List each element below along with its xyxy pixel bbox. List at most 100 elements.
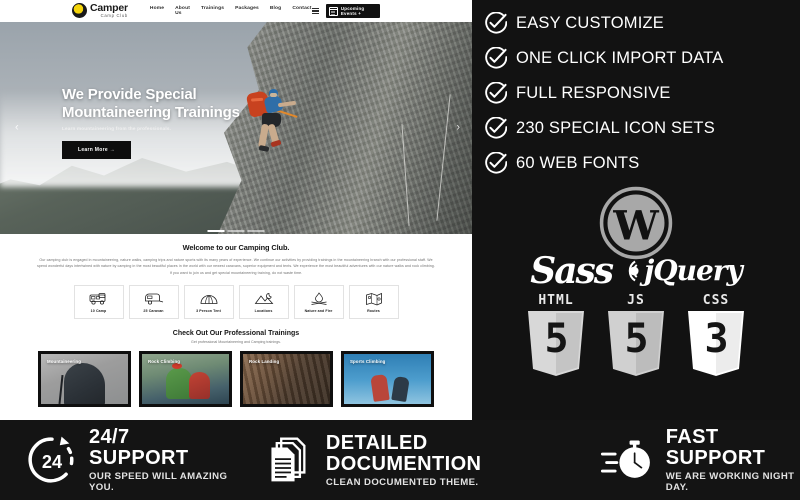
feature-label-tent: 3 Person Tent bbox=[196, 308, 221, 313]
training-card-label: Sports Climbing bbox=[350, 359, 386, 365]
rv-camper-icon bbox=[89, 293, 105, 305]
shield-shape: 3 bbox=[685, 309, 747, 377]
bottom-subtitle: CLEAN DOCUMENTED THEME. bbox=[325, 476, 479, 488]
bottom-item-fast-support: FAST SUPPORT WE ARE WORKING NIGHT DAY. bbox=[599, 427, 800, 493]
feature-label: 230 SPECIAL ICON SETS bbox=[516, 119, 715, 137]
trainings-subheading: Get professional Mountaineering and Camp… bbox=[191, 340, 281, 345]
check-circle-icon bbox=[485, 117, 507, 139]
training-card-sports-climbing[interactable]: Sports Climbing bbox=[341, 351, 434, 408]
shield-shape: 5 bbox=[605, 309, 667, 377]
bottom-item-support-247: 24 24/7 SUPPORT OUR SPEED WILL AMAZING Y… bbox=[26, 427, 231, 493]
nav-item-packages[interactable]: Packages bbox=[235, 6, 259, 16]
slider-dot-1[interactable] bbox=[207, 230, 225, 232]
feature-label-caravan: 25 Caravan bbox=[143, 308, 164, 313]
hero-slider: ‹ › We Provide Special Mountaineering Tr… bbox=[0, 22, 472, 234]
bottom-title: 24/7 SUPPORT bbox=[89, 426, 189, 469]
nav-item-blog[interactable]: Blog bbox=[270, 6, 281, 16]
mountain-moon-icon bbox=[254, 293, 273, 304]
training-card-mountaineering[interactable]: Mountaineering bbox=[38, 351, 131, 408]
css3-badge-name: CSS bbox=[702, 293, 730, 308]
html5-badge-name: HTML bbox=[538, 293, 574, 308]
bottom-title: DETAILED DOCUMENTION bbox=[325, 431, 482, 475]
feature-label: 60 WEB FONTS bbox=[516, 154, 640, 172]
welcome-heading: Welcome to our Camping Club. bbox=[182, 243, 290, 252]
css3-badge: CSS 3 bbox=[685, 293, 747, 377]
feature-label: ONE CLICK IMPORT DATA bbox=[516, 49, 724, 67]
feature-card-caravan[interactable]: 25 Caravan bbox=[128, 285, 179, 320]
jquery-swoosh-icon bbox=[628, 260, 639, 282]
training-card-rock-climbing[interactable]: Rock Climbing bbox=[139, 351, 232, 408]
feature-checklist: EASY CUSTOMIZE ONE CLICK IMPORT DATA FUL… bbox=[472, 0, 800, 181]
site-logo[interactable]: Camper Camp Club bbox=[72, 2, 128, 19]
hero-subtitle: Learn mountaineering from the profession… bbox=[62, 126, 172, 132]
bottom-subtitle: WE ARE WORKING NIGHT DAY. bbox=[665, 471, 795, 493]
nav-item-home[interactable]: Home bbox=[150, 6, 164, 16]
slider-dot-2[interactable] bbox=[227, 230, 245, 232]
feature-card-tent[interactable]: 3 Person Tent bbox=[183, 285, 234, 320]
upcoming-events-button[interactable]: Upcoming Events + bbox=[325, 4, 380, 18]
feature-label-nature-fire: Nature and Fire bbox=[304, 308, 333, 313]
js-badge-name: JS bbox=[627, 293, 645, 308]
welcome-body-text: Our camping club is engaged in mountaine… bbox=[37, 258, 435, 275]
logo-subtitle: Camp Club bbox=[100, 13, 128, 19]
map-routes-icon bbox=[365, 292, 382, 306]
feature-item-one-click-import: ONE CLICK IMPORT DATA bbox=[484, 41, 800, 76]
css3-badge-number: 3 bbox=[704, 316, 728, 362]
training-card-rock-landing[interactable]: Rock Landing bbox=[240, 351, 333, 408]
trainings-heading: Check Out Our Professional Trainings bbox=[172, 330, 300, 338]
hero-next-arrow[interactable]: › bbox=[456, 122, 460, 134]
tent-icon bbox=[200, 295, 217, 304]
technology-logos: W Sass jQuery HTML 5 JS 5 CSS 3 bbox=[472, 185, 800, 377]
jquery-logo-text: jQuery bbox=[644, 254, 743, 287]
24-clock-arrow-icon: 24 bbox=[28, 436, 74, 483]
documents-stack-icon bbox=[271, 437, 306, 482]
feature-card-locations[interactable]: Locations bbox=[238, 285, 289, 320]
js-badge-number: 5 bbox=[624, 316, 648, 362]
svg-text:W: W bbox=[612, 202, 659, 250]
check-circle-icon bbox=[485, 12, 507, 34]
feature-item-easy-customize: EASY CUSTOMIZE bbox=[484, 6, 800, 41]
feature-item-full-responsive: FULL RESPONSIVE bbox=[484, 76, 800, 111]
slider-dot-3[interactable] bbox=[247, 230, 265, 232]
website-preview: Camper Camp Club Home About Us Trainings… bbox=[0, 0, 472, 420]
hamburger-menu-icon[interactable] bbox=[311, 7, 319, 15]
check-circle-icon bbox=[485, 47, 507, 69]
site-header: Camper Camp Club Home About Us Trainings… bbox=[0, 0, 472, 22]
features-panel: EASY CUSTOMIZE ONE CLICK IMPORT DATA FUL… bbox=[472, 0, 800, 420]
check-circle-icon bbox=[485, 152, 507, 174]
trainings-section: Check Out Our Professional Trainings Get… bbox=[0, 330, 472, 408]
theme-preview-screenshot: Camper Camp Club Home About Us Trainings… bbox=[0, 0, 800, 500]
training-card-label: Rock Climbing bbox=[148, 359, 181, 365]
campfire-icon bbox=[310, 292, 327, 305]
bottom-item-documentation: DETAILED DOCUMENTION CLEAN DOCUMENTED TH… bbox=[267, 431, 555, 488]
sass-logo-text: Sass bbox=[530, 250, 614, 292]
feature-label-routes: Routes bbox=[367, 308, 380, 313]
check-circle-icon bbox=[485, 82, 507, 104]
hero-prev-arrow[interactable]: ‹ bbox=[15, 122, 19, 134]
feature-label: EASY CUSTOMIZE bbox=[516, 14, 664, 32]
bottom-title: FAST SUPPORT bbox=[665, 426, 766, 469]
feature-card-nature-fire[interactable]: Nature and Fire bbox=[293, 285, 344, 320]
logo-name: Camper bbox=[90, 2, 128, 15]
feature-item-icon-sets: 230 SPECIAL ICON SETS bbox=[484, 111, 800, 146]
hero-title-line-2: Mountaineering Trainings bbox=[62, 103, 240, 121]
feature-card-camp[interactable]: 10 Camp bbox=[73, 285, 124, 320]
feature-item-web-fonts: 60 WEB FONTS bbox=[484, 146, 800, 181]
feature-label: FULL RESPONSIVE bbox=[516, 84, 671, 102]
bottom-support-bar: 24 24/7 SUPPORT OUR SPEED WILL AMAZING Y… bbox=[0, 420, 800, 500]
bottom-subtitle: OUR SPEED WILL AMAZING YOU. bbox=[89, 471, 228, 493]
welcome-section: Welcome to our Camping Club. Our camping… bbox=[0, 234, 472, 277]
html5-badge-number: 5 bbox=[544, 316, 568, 362]
main-navigation[interactable]: Home About Us Trainings Packages Blog Co… bbox=[150, 6, 312, 16]
feature-icon-row: 10 Camp 25 Caravan 3 Person Tent Locatio… bbox=[0, 285, 472, 320]
nav-item-trainings[interactable]: Trainings bbox=[201, 6, 224, 16]
training-card-label: Mountaineering bbox=[47, 359, 82, 365]
learn-more-button[interactable]: Learn More → bbox=[62, 141, 131, 160]
nav-item-about-us[interactable]: About Us bbox=[175, 6, 190, 16]
feature-card-routes[interactable]: Routes bbox=[348, 285, 399, 320]
hero-slider-dots[interactable] bbox=[207, 230, 265, 232]
hero-title-line-1: We Provide Special bbox=[62, 86, 197, 103]
html5-badge: HTML 5 bbox=[525, 293, 587, 377]
nav-item-contact[interactable]: Contact bbox=[292, 6, 311, 16]
js-badge: JS 5 bbox=[605, 293, 667, 377]
